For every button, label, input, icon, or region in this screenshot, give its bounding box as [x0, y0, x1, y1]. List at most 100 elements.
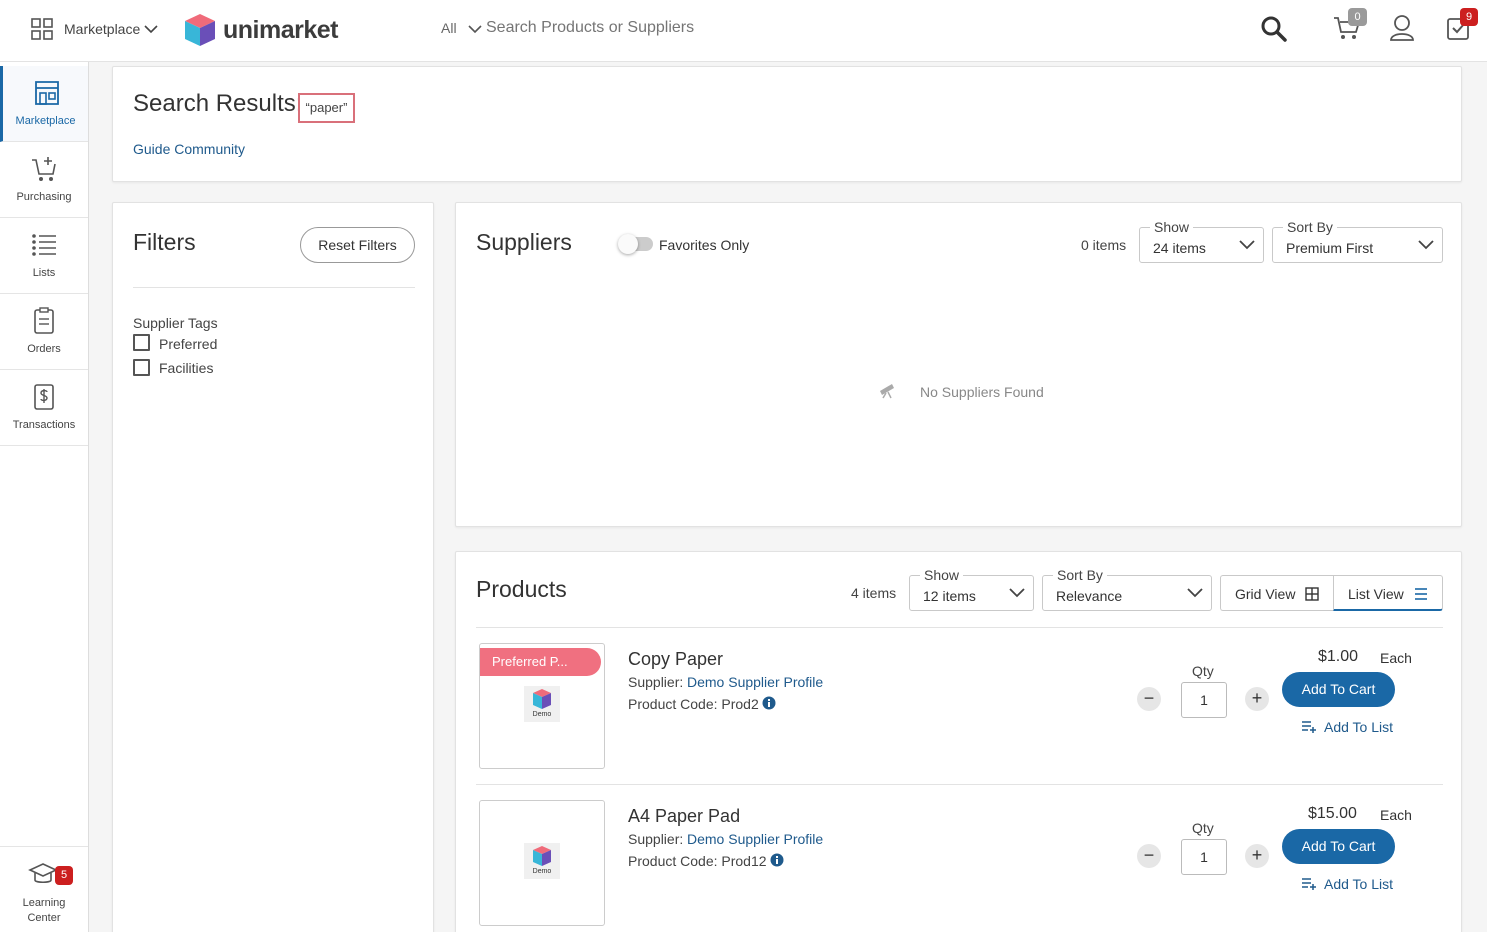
product-thumbnail[interactable]: Preferred P... Demo [479, 643, 605, 769]
product-price: $15.00 [1308, 805, 1357, 822]
show-value: 24 items [1153, 240, 1206, 256]
favorites-toggle[interactable] [618, 234, 653, 254]
decrement-button[interactable]: − [1137, 687, 1161, 711]
price-unit: Each [1380, 807, 1412, 823]
sidebar-item-marketplace[interactable]: Marketplace [0, 66, 88, 142]
preferred-ribbon: Preferred P... [480, 648, 601, 676]
facilities-checkbox-label[interactable]: Facilities [159, 360, 213, 376]
guide-community-link[interactable]: Guide Community [133, 141, 245, 157]
search-query-label: “paper” [298, 93, 355, 123]
app-menu-label[interactable]: Marketplace [64, 21, 140, 37]
qty-label: Qty [1192, 820, 1214, 836]
sidebar-item-purchasing[interactable]: Purchasing [0, 142, 88, 218]
products-panel: Products 4 items Show 12 items Sort By R… [455, 551, 1462, 932]
add-to-list-link[interactable]: Add To List [1324, 876, 1393, 892]
chevron-down-icon [1009, 588, 1025, 598]
preferred-checkbox[interactable] [133, 334, 150, 351]
reset-filters-button[interactable]: Reset Filters [300, 227, 415, 263]
chevron-down-icon[interactable] [144, 24, 158, 34]
graduation-cap-icon [28, 863, 58, 884]
decrement-button[interactable]: − [1137, 844, 1161, 868]
products-sort-select[interactable]: Sort By Relevance [1042, 567, 1212, 611]
suppliers-count: 0 items [1081, 237, 1127, 253]
chevron-down-icon [1418, 240, 1434, 250]
page-title: Search Results: [133, 90, 303, 117]
filters-title: Filters [133, 229, 196, 255]
quantity-input[interactable]: 1 [1181, 839, 1227, 875]
apps-grid-icon[interactable] [31, 18, 53, 40]
sort-value: Premium First [1286, 240, 1374, 256]
clipboard-icon [34, 307, 54, 334]
search-input[interactable] [486, 14, 1186, 42]
info-icon[interactable] [770, 853, 784, 867]
increment-button[interactable]: + [1245, 844, 1269, 868]
thumb-text: Demo [532, 711, 552, 718]
quantity-input[interactable]: 1 [1181, 682, 1227, 718]
user-icon[interactable] [1389, 14, 1415, 42]
product-thumbnail[interactable]: Demo [479, 800, 605, 926]
product-image: Demo [524, 686, 560, 722]
preferred-checkbox-label[interactable]: Preferred [159, 336, 217, 352]
brand-name[interactable]: unimarket [223, 16, 338, 45]
search-results-header: Search Results: “paper” Guide Community [112, 66, 1462, 182]
filters-panel: Filters Reset Filters Supplier Tags Pref… [112, 202, 434, 932]
learning-center-label-1: Learning [22, 897, 66, 909]
add-to-list-icon[interactable] [1301, 720, 1317, 734]
no-suppliers-message: No Suppliers Found [920, 384, 1044, 400]
product-row: Preferred P... Demo Copy Paper Supplier:… [456, 628, 1461, 785]
suppliers-show-select[interactable]: Show 24 items [1139, 219, 1264, 263]
demo-logo-icon [533, 689, 551, 709]
product-price: $1.00 [1318, 648, 1359, 665]
storefront-icon [35, 81, 59, 105]
top-bar: Marketplace unimarket All 0 9 [0, 0, 1487, 62]
products-show-select[interactable]: Show 12 items [909, 567, 1034, 611]
product-name[interactable]: A4 Paper Pad [628, 806, 740, 827]
suppliers-panel: Suppliers Favorites Only 0 items Show 24… [455, 202, 1462, 527]
chevron-down-icon [1239, 240, 1255, 250]
sidebar-item-transactions[interactable]: Transactions [0, 370, 88, 446]
facilities-checkbox[interactable] [133, 359, 150, 376]
add-to-list-link[interactable]: Add To List [1324, 719, 1393, 735]
demo-logo-icon [533, 846, 551, 866]
learning-center-label-2: Center [27, 912, 61, 924]
grid-view-label: Grid View [1235, 586, 1296, 602]
favorites-toggle-knob [618, 234, 638, 254]
tasks-count-badge: 9 [1460, 8, 1478, 26]
suppliers-sort-select[interactable]: Sort By Premium First [1272, 219, 1443, 263]
sidebar-item-learning-center[interactable]: 5 Learning Center [0, 846, 88, 932]
sort-caption: Sort By [1053, 567, 1107, 583]
add-to-list-icon[interactable] [1301, 877, 1317, 891]
supplier-tags-label: Supplier Tags [133, 315, 218, 331]
sort-value: Relevance [1056, 588, 1123, 604]
products-title: Products [476, 576, 567, 602]
sidebar-item-lists[interactable]: Lists [0, 218, 88, 294]
sidebar-item-orders[interactable]: Orders [0, 294, 88, 370]
product-image: Demo [524, 843, 560, 879]
info-icon[interactable] [762, 696, 776, 710]
sort-caption: Sort By [1283, 219, 1337, 235]
filters-divider [133, 287, 415, 288]
add-to-cart-button[interactable]: Add To Cart [1282, 829, 1395, 864]
grid-view-button[interactable]: Grid View [1220, 575, 1333, 611]
unimarket-logo-icon[interactable] [184, 13, 216, 47]
suppliers-title: Suppliers [476, 229, 572, 255]
chevron-down-icon [1187, 588, 1203, 598]
scope-chevron-down-icon[interactable] [468, 24, 482, 34]
grid-icon [1305, 587, 1319, 601]
increment-button[interactable]: + [1245, 687, 1269, 711]
search-scope[interactable]: All [441, 20, 457, 36]
product-row: Demo A4 Paper Pad Supplier: Demo Supplie… [456, 785, 1461, 932]
favorites-only-label: Favorites Only [659, 237, 750, 253]
sidebar-item-label: Marketplace [15, 115, 76, 127]
supplier-link[interactable]: Demo Supplier Profile [687, 674, 823, 690]
list-view-button[interactable]: List View [1333, 575, 1443, 611]
sidebar: Marketplace Purchasing Lists Orders Tran… [0, 62, 89, 932]
price-unit: Each [1380, 650, 1412, 666]
cart-plus-icon [32, 157, 56, 181]
show-caption: Show [920, 567, 964, 583]
supplier-link[interactable]: Demo Supplier Profile [687, 831, 823, 847]
search-icon[interactable] [1260, 15, 1288, 43]
product-name[interactable]: Copy Paper [628, 649, 723, 670]
add-to-cart-button[interactable]: Add To Cart [1282, 672, 1395, 707]
sidebar-item-label: Transactions [12, 419, 76, 431]
